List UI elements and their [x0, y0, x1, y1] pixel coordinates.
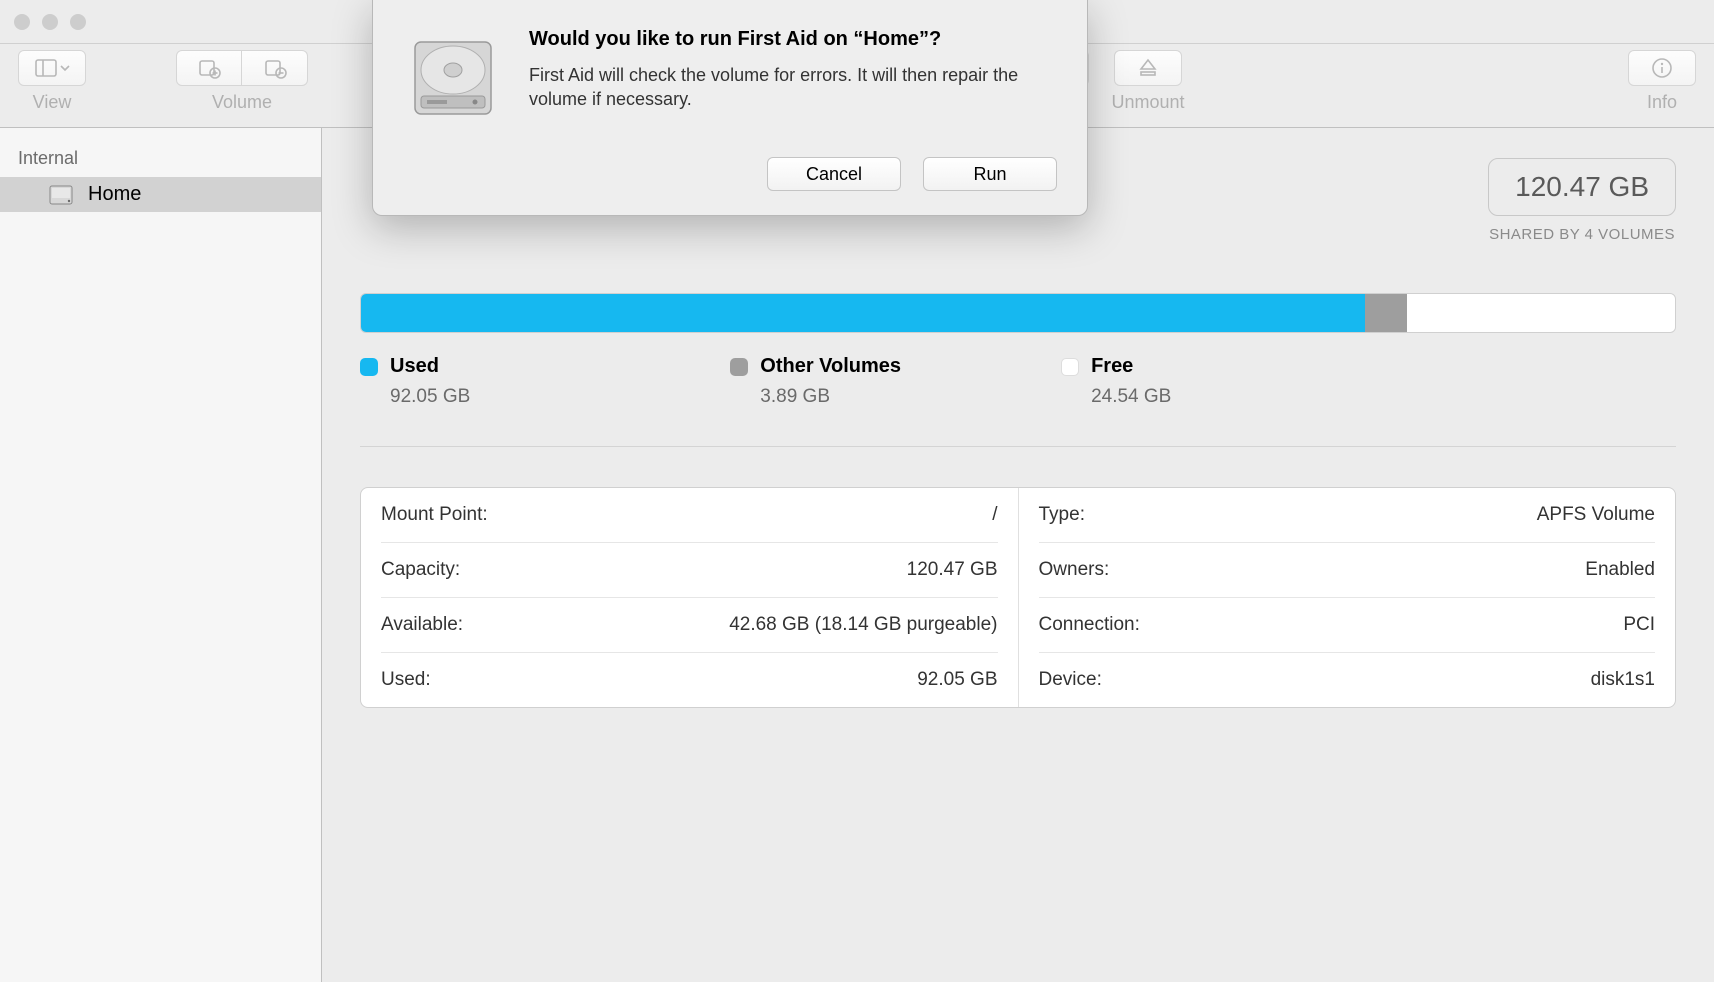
info-col-left: Mount Point: / Capacity: 120.47 GB Availab…: [361, 488, 1019, 707]
legend-dot-other: [730, 358, 748, 376]
content-area: Internal Home 120.47 GB SHARED BY 4 VOLU…: [0, 128, 1714, 982]
sidebar-item-label: Home: [88, 183, 141, 206]
drive-icon: [48, 184, 74, 206]
legend-value-free: 24.54 GB: [1091, 386, 1171, 408]
info-row: Available: 42.68 GB (18.14 GB purgeable): [381, 598, 998, 653]
usage-segment-free: [1407, 294, 1675, 332]
info-key: Used:: [381, 669, 431, 691]
close-window-button[interactable]: [14, 14, 30, 30]
info-val: APFS Volume: [1537, 504, 1655, 526]
volume-shared-text: SHARED BY 4 VOLUMES: [1489, 226, 1675, 243]
legend-free: Free 24.54 GB: [1061, 355, 1171, 408]
sidebar: Internal Home: [0, 128, 322, 982]
info-button[interactable]: [1628, 50, 1696, 86]
info-row: Mount Point: /: [381, 488, 998, 543]
minimize-window-button[interactable]: [42, 14, 58, 30]
view-label: View: [33, 92, 72, 113]
modal-description: First Aid will check the volume for erro…: [529, 63, 1057, 112]
info-icon: [1649, 55, 1675, 81]
legend-value-other: 3.89 GB: [760, 386, 901, 408]
zoom-window-button[interactable]: [70, 14, 86, 30]
add-volume-button[interactable]: [176, 50, 242, 86]
sidebar-layout-icon: [33, 55, 59, 81]
usage-bar: [360, 293, 1676, 333]
volume-group: Volume: [176, 50, 308, 113]
info-val: /: [992, 504, 997, 526]
legend-label-used: Used: [390, 355, 439, 378]
usage-legend: Used 92.05 GB Other Volumes 3.89 GB Free: [360, 355, 1676, 408]
view-button[interactable]: [18, 50, 86, 86]
traffic-lights: [14, 14, 86, 30]
section-divider: [360, 446, 1676, 447]
usage-segment-other: [1365, 294, 1407, 332]
run-button[interactable]: Run: [923, 157, 1057, 191]
chevron-down-icon: [59, 62, 71, 74]
info-key: Type:: [1039, 504, 1085, 526]
info-val: 42.68 GB (18.14 GB purgeable): [729, 614, 997, 636]
info-row: Owners: Enabled: [1039, 543, 1656, 598]
remove-volume-button[interactable]: [242, 50, 308, 86]
info-row: Type: APFS Volume: [1039, 488, 1656, 543]
sidebar-item-home[interactable]: Home: [0, 177, 321, 212]
legend-label-other: Other Volumes: [760, 355, 901, 378]
volume-size-wrap: 120.47 GB SHARED BY 4 VOLUMES: [1488, 158, 1676, 243]
info-key: Available:: [381, 614, 463, 636]
legend-value-used: 92.05 GB: [390, 386, 470, 408]
unmount-label: Unmount: [1111, 92, 1184, 113]
info-val: disk1s1: [1591, 669, 1655, 691]
main-panel: 120.47 GB SHARED BY 4 VOLUMES Used 92.05…: [322, 128, 1714, 982]
info-row: Capacity: 120.47 GB: [381, 543, 998, 598]
legend-used: Used 92.05 GB: [360, 355, 470, 408]
view-group: View: [18, 50, 86, 113]
legend-other: Other Volumes 3.89 GB: [730, 355, 901, 408]
legend-dot-used: [360, 358, 378, 376]
info-key: Connection:: [1039, 614, 1140, 636]
eject-icon: [1135, 55, 1161, 81]
info-key: Device:: [1039, 669, 1102, 691]
unmount-button[interactable]: [1114, 50, 1182, 86]
info-row: Used: 92.05 GB: [381, 653, 998, 707]
legend-dot-free: [1061, 358, 1079, 376]
modal-drive-icon: [403, 28, 503, 133]
info-col-right: Type: APFS Volume Owners: Enabled Connecti…: [1019, 488, 1676, 707]
info-row: Connection: PCI: [1039, 598, 1656, 653]
disk-utility-window: Disk Utility View Volume: [0, 0, 1714, 982]
unmount-group: Unmount: [1111, 50, 1184, 113]
modal-title: Would you like to run First Aid on “Home…: [529, 28, 1057, 51]
info-val: 120.47 GB: [907, 559, 998, 581]
info-label: Info: [1647, 92, 1677, 113]
cancel-button[interactable]: Cancel: [767, 157, 901, 191]
sidebar-section-internal: Internal: [0, 140, 321, 177]
legend-label-free: Free: [1091, 355, 1133, 378]
info-row: Device: disk1s1: [1039, 653, 1656, 707]
volume-size: 120.47 GB: [1488, 158, 1676, 216]
volume-minus-icon: [262, 55, 288, 81]
info-key: Capacity:: [381, 559, 460, 581]
info-key: Mount Point:: [381, 504, 488, 526]
volume-label: Volume: [212, 92, 272, 113]
info-val: 92.05 GB: [917, 669, 997, 691]
info-grid: Mount Point: / Capacity: 120.47 GB Availab…: [360, 487, 1676, 708]
info-group: Info: [1628, 50, 1696, 113]
info-val: Enabled: [1585, 559, 1655, 581]
usage-segment-used: [361, 294, 1365, 332]
info-val: PCI: [1623, 614, 1655, 636]
volume-plus-icon: [196, 55, 222, 81]
info-key: Owners:: [1039, 559, 1110, 581]
first-aid-modal: Would you like to run First Aid on “Home…: [372, 0, 1088, 216]
